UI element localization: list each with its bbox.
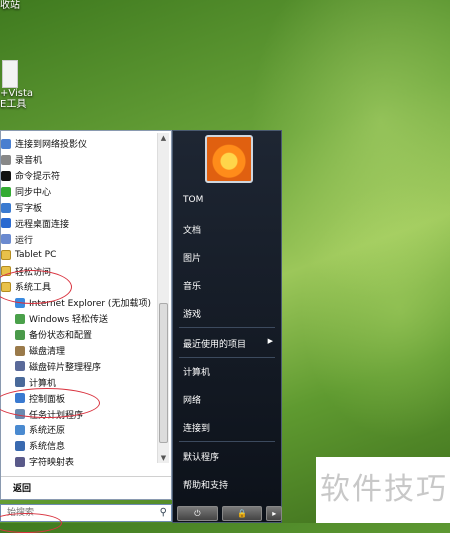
program-item[interactable]: 字符映射表 xyxy=(1,454,159,470)
menu-item-user[interactable]: TOM xyxy=(183,195,275,205)
document-icon xyxy=(2,60,18,88)
menu-item-music[interactable]: 音乐 xyxy=(183,279,275,292)
menu-item-help[interactable]: 帮助和支持 xyxy=(183,478,275,491)
scrollbar[interactable]: ▲ ▼ xyxy=(157,133,169,463)
user-avatar[interactable] xyxy=(205,135,253,183)
menu-item-pictures[interactable]: 图片 xyxy=(183,251,275,264)
program-label: 同步中心 xyxy=(15,188,52,199)
program-icon xyxy=(15,313,25,324)
program-label: Windows 轻松传送 xyxy=(29,315,109,326)
program-label: 系统信息 xyxy=(29,442,66,453)
program-label: 运行 xyxy=(15,235,34,246)
desktop-icon-recycle-bin[interactable]: 收站 xyxy=(0,0,40,11)
program-icon xyxy=(15,377,25,388)
scroll-thumb[interactable] xyxy=(159,303,168,443)
program-icon xyxy=(1,170,11,181)
program-item[interactable]: 计算机 xyxy=(1,374,159,390)
program-item[interactable]: Tablet PC xyxy=(1,247,159,263)
watermark: 软件技巧 xyxy=(316,457,450,523)
program-label: 磁盘清理 xyxy=(29,347,66,358)
program-item[interactable]: 系统信息 xyxy=(1,438,159,454)
program-label: 写字板 xyxy=(15,204,43,214)
menu-item-games[interactable]: 游戏 xyxy=(183,307,275,320)
program-icon xyxy=(15,424,25,435)
search-icon[interactable]: ⚲ xyxy=(160,507,167,518)
annotation-circle xyxy=(0,513,62,533)
menu-item-default-programs[interactable]: 默认程序 xyxy=(183,450,275,463)
program-label: 磁盘碎片整理程序 xyxy=(29,362,102,373)
desktop-icon-vista-tools[interactable]: +Vista E工具 xyxy=(0,60,40,110)
menu-item-connect[interactable]: 连接到 xyxy=(183,421,275,434)
program-icon xyxy=(1,154,11,165)
program-icon xyxy=(1,218,11,229)
program-label: 连接到网络投影仪 xyxy=(15,140,88,151)
program-item[interactable]: 写字板 xyxy=(1,200,159,216)
menu-item-documents[interactable]: 文档 xyxy=(183,223,275,236)
program-icon xyxy=(15,329,25,340)
program-item[interactable]: Windows 轻松传送 xyxy=(1,311,159,327)
program-label: 录音机 xyxy=(15,156,43,167)
program-icon xyxy=(15,456,25,467)
folder-icon xyxy=(1,250,11,261)
program-icon xyxy=(1,138,11,149)
program-icon xyxy=(1,234,11,245)
start-menu: 连接到网络投影仪 录音机命令提示符同步中心写字板远程桌面连接 运行 Tablet PC… xyxy=(0,130,282,523)
chevron-right-icon[interactable]: ▸ xyxy=(266,506,282,521)
program-item[interactable]: 远程桌面连接 xyxy=(1,215,159,231)
program-icon xyxy=(1,202,11,213)
program-icon xyxy=(15,345,25,356)
program-icon xyxy=(1,186,11,197)
program-item[interactable]: 磁盘碎片整理程序 xyxy=(1,358,159,374)
program-item[interactable]: 系统还原 xyxy=(1,422,159,438)
program-label: 字符映射表 xyxy=(29,458,75,469)
power-icon[interactable]: ⏻ xyxy=(177,506,218,521)
back-label: 返回 xyxy=(13,484,32,494)
program-icon xyxy=(15,440,25,451)
program-label: Tablet PC xyxy=(15,250,57,261)
scroll-up-icon[interactable]: ▲ xyxy=(158,133,169,143)
menu-item-computer[interactable]: 计算机 xyxy=(183,365,275,378)
desktop-icon-label: 收站 xyxy=(0,0,20,11)
program-item[interactable]: 运行 xyxy=(1,231,159,247)
scroll-down-icon[interactable]: ▼ xyxy=(158,453,169,463)
separator xyxy=(179,441,275,442)
program-item[interactable]: 同步中心 xyxy=(1,184,159,200)
program-label: 系统还原 xyxy=(29,426,66,437)
program-label: 命令提示符 xyxy=(15,172,61,183)
program-item[interactable]: 连接到网络投影仪 xyxy=(1,136,159,152)
start-right-pane: TOM 文档 图片 音乐 游戏 最近使用的项目 ▶ 计算机 网络 连接到 默认程… xyxy=(172,130,282,523)
program-item[interactable]: 命令提示符 xyxy=(1,168,159,184)
all-programs-pane: 连接到网络投影仪 录音机命令提示符同步中心写字板远程桌面连接 运行 Tablet PC… xyxy=(0,130,172,500)
separator xyxy=(179,357,275,358)
program-label: 备份状态和配置 xyxy=(29,331,93,342)
program-item[interactable]: 录音机 xyxy=(1,152,159,168)
menu-item-recent-label: 最近使用的项目 xyxy=(183,340,247,350)
desktop-icon-label: E工具 xyxy=(0,99,27,110)
separator xyxy=(179,327,275,328)
lock-icon[interactable]: 🔒 xyxy=(221,506,263,521)
menu-item-recent[interactable]: 最近使用的项目 ▶ xyxy=(183,337,275,350)
program-item[interactable]: 备份状态和配置 xyxy=(1,327,159,343)
desktop-icon-label: +Vista xyxy=(0,88,34,99)
menu-item-network[interactable]: 网络 xyxy=(183,393,275,406)
program-label: 远程桌面连接 xyxy=(15,219,70,230)
program-label: 计算机 xyxy=(29,378,57,389)
chevron-right-icon: ▶ xyxy=(267,337,273,345)
power-bar: ⏻ 🔒 ▸ xyxy=(172,504,282,523)
program-item[interactable]: 磁盘清理 xyxy=(1,343,159,359)
back-button[interactable]: 返回 xyxy=(1,476,171,498)
program-icon xyxy=(15,361,25,372)
